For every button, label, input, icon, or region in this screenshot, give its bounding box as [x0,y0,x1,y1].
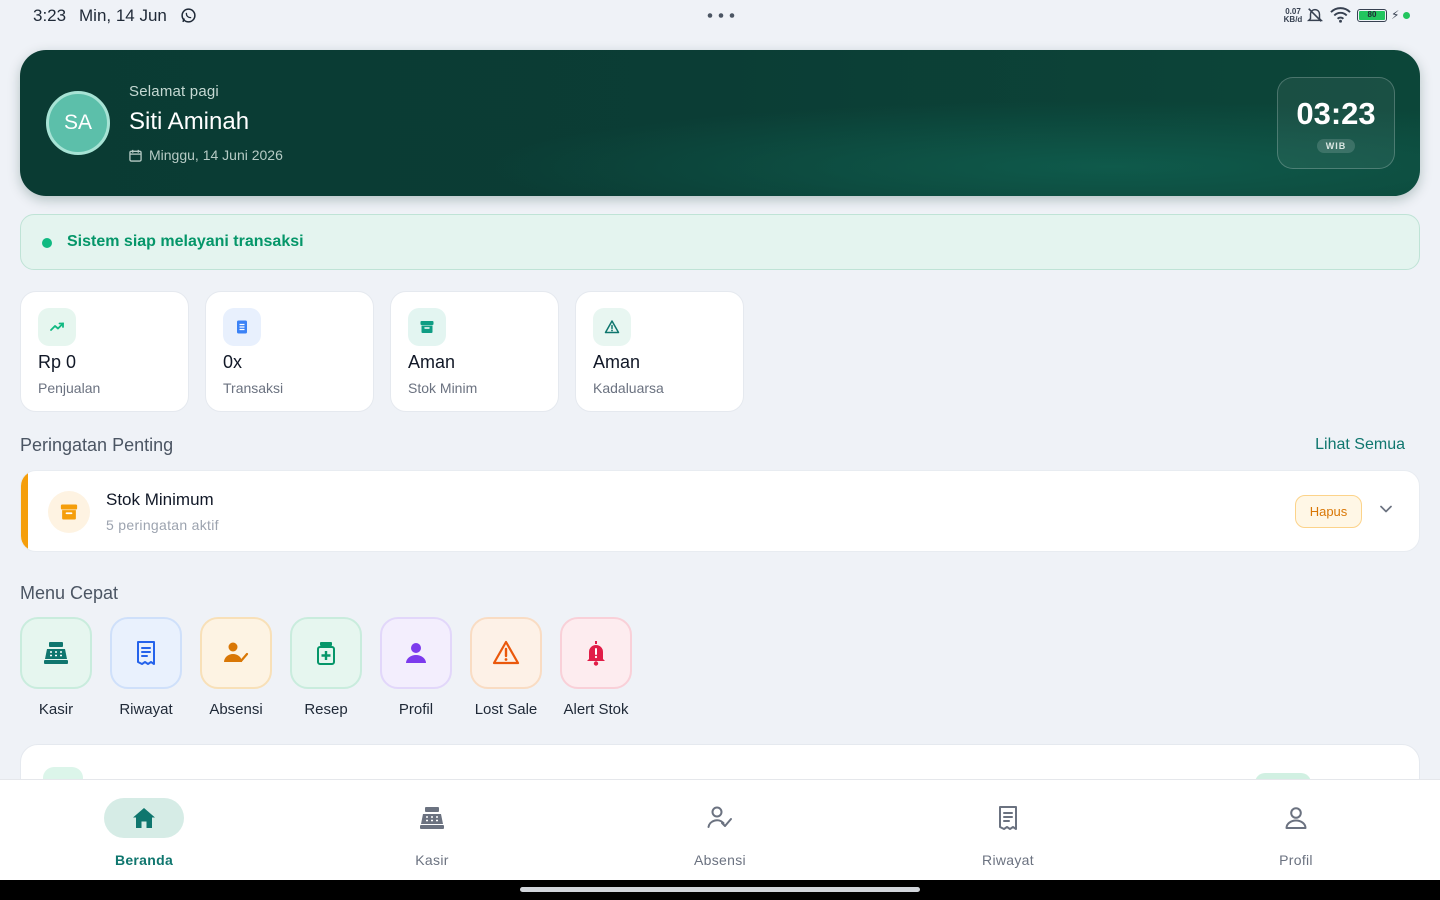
section-title-alerts: Peringatan Penting [20,435,174,455]
stat-value: Aman [408,352,456,372]
nav-label: Riwayat [982,852,1034,868]
cash-register-icon [20,617,92,689]
more-dots-icon[interactable] [707,13,735,18]
greeting-header-card: SA Selamat pagi Siti Aminah Minggu, 14 J… [20,50,1420,196]
quick-menu-kasir[interactable]: Kasir [20,617,92,718]
bell-muted-icon [1306,8,1324,22]
medicine-icon [290,617,362,689]
charging-icon: ⚡ [1391,8,1400,22]
clock-time: 03:23 [1296,96,1376,131]
alert-card-min-stock[interactable]: Stok Minimum 5 peringatan aktif Hapus [20,470,1420,552]
receipt-list-icon [968,798,1048,838]
home-icon [104,798,184,838]
status-bar: 3:23 Min, 14 Jun 0.07 KB/d 80 ⚡ [0,0,1440,32]
header-date: Minggu, 14 Juni 2026 [129,147,283,163]
user-name: Siti Aminah [129,108,250,135]
warning-triangle-icon [470,617,542,689]
gesture-area [0,880,1440,900]
wifi-icon [1330,7,1351,23]
trending-up-icon [38,308,76,346]
quick-menu-resep[interactable]: Resep [290,617,362,718]
quick-menu-absensi[interactable]: Absensi [200,617,272,718]
clock-timezone-badge: WIB [1316,139,1356,153]
receipt-icon [223,308,261,346]
stat-label: Stok Minim [408,380,478,396]
greeting-text: Selamat pagi [129,83,219,100]
stat-label: Kadaluarsa [593,380,664,396]
privacy-indicator-dot [1403,12,1410,19]
quick-menu-label: Alert Stok [563,701,629,718]
status-date: Min, 14 Jun [79,6,167,25]
battery-icon: 80 [1357,9,1387,22]
receipt-list-icon [110,617,182,689]
user-icon [380,617,452,689]
alert-accent-bar [21,471,28,551]
nav-label: Kasir [415,852,449,868]
network-speed-unit: KB/d [1283,15,1303,24]
see-all-link[interactable]: Lihat Semua [1315,436,1405,454]
section-title-quick-menu: Menu Cepat [20,583,119,603]
quick-menu-alert-stok[interactable]: Alert Stok [560,617,632,718]
alert-subtitle: 5 peringatan aktif [106,517,219,533]
user-check-icon [680,798,760,838]
system-status-text: Sistem siap melayani transaksi [67,233,304,250]
quick-menu-lost-sale[interactable]: Lost Sale [470,617,542,718]
whatsapp-icon [181,8,196,23]
archive-box-icon [408,308,446,346]
cash-register-icon [392,798,472,838]
nav-label: Absensi [694,852,746,868]
nav-label: Beranda [114,852,174,868]
quick-menu-riwayat[interactable]: Riwayat [110,617,182,718]
bottom-navigation: Beranda Kasir Absensi Riwayat Profil [0,779,1440,880]
nav-label: Profil [1279,852,1313,868]
warning-triangle-icon [593,308,631,346]
archive-box-icon [48,491,90,533]
nav-beranda[interactable]: Beranda [64,780,224,881]
stat-label: Transaksi [223,380,284,396]
avatar[interactable]: SA [46,91,110,155]
nav-profil[interactable]: Profil [1216,780,1376,881]
stat-value: 0x [223,352,243,372]
stat-card-sales[interactable]: Rp 0 Penjualan [20,291,189,412]
clock-widget: 03:23 WIB [1277,77,1395,169]
stat-card-expiry[interactable]: Aman Kadaluarsa [575,291,744,412]
calendar-icon [129,149,142,162]
bell-alert-icon [560,617,632,689]
alert-title: Stok Minimum [106,490,214,509]
status-dot [42,238,52,248]
stat-card-min-stock[interactable]: Aman Stok Minim [390,291,559,412]
status-time: 3:23 [33,6,67,25]
system-status-banner: Sistem siap melayani transaksi [20,214,1420,270]
stat-label: Penjualan [38,380,101,396]
home-gesture-bar[interactable] [520,887,920,892]
stat-card-transactions[interactable]: 0x Transaksi [205,291,374,412]
header-date-text: Minggu, 14 Juni 2026 [149,147,283,163]
chevron-down-icon[interactable] [1379,504,1393,514]
network-speed: 0.07 KB/d [1283,8,1303,24]
dismiss-alert-button[interactable]: Hapus [1295,495,1362,528]
user-icon [1256,798,1336,838]
nav-kasir[interactable]: Kasir [352,780,512,881]
stat-value: Rp 0 [38,352,77,372]
stat-value: Aman [593,352,641,372]
quick-menu-profil[interactable]: Profil [380,617,452,718]
nav-riwayat[interactable]: Riwayat [928,780,1088,881]
nav-absensi[interactable]: Absensi [640,780,800,881]
user-check-icon [200,617,272,689]
battery-level: 80 [1359,11,1385,20]
